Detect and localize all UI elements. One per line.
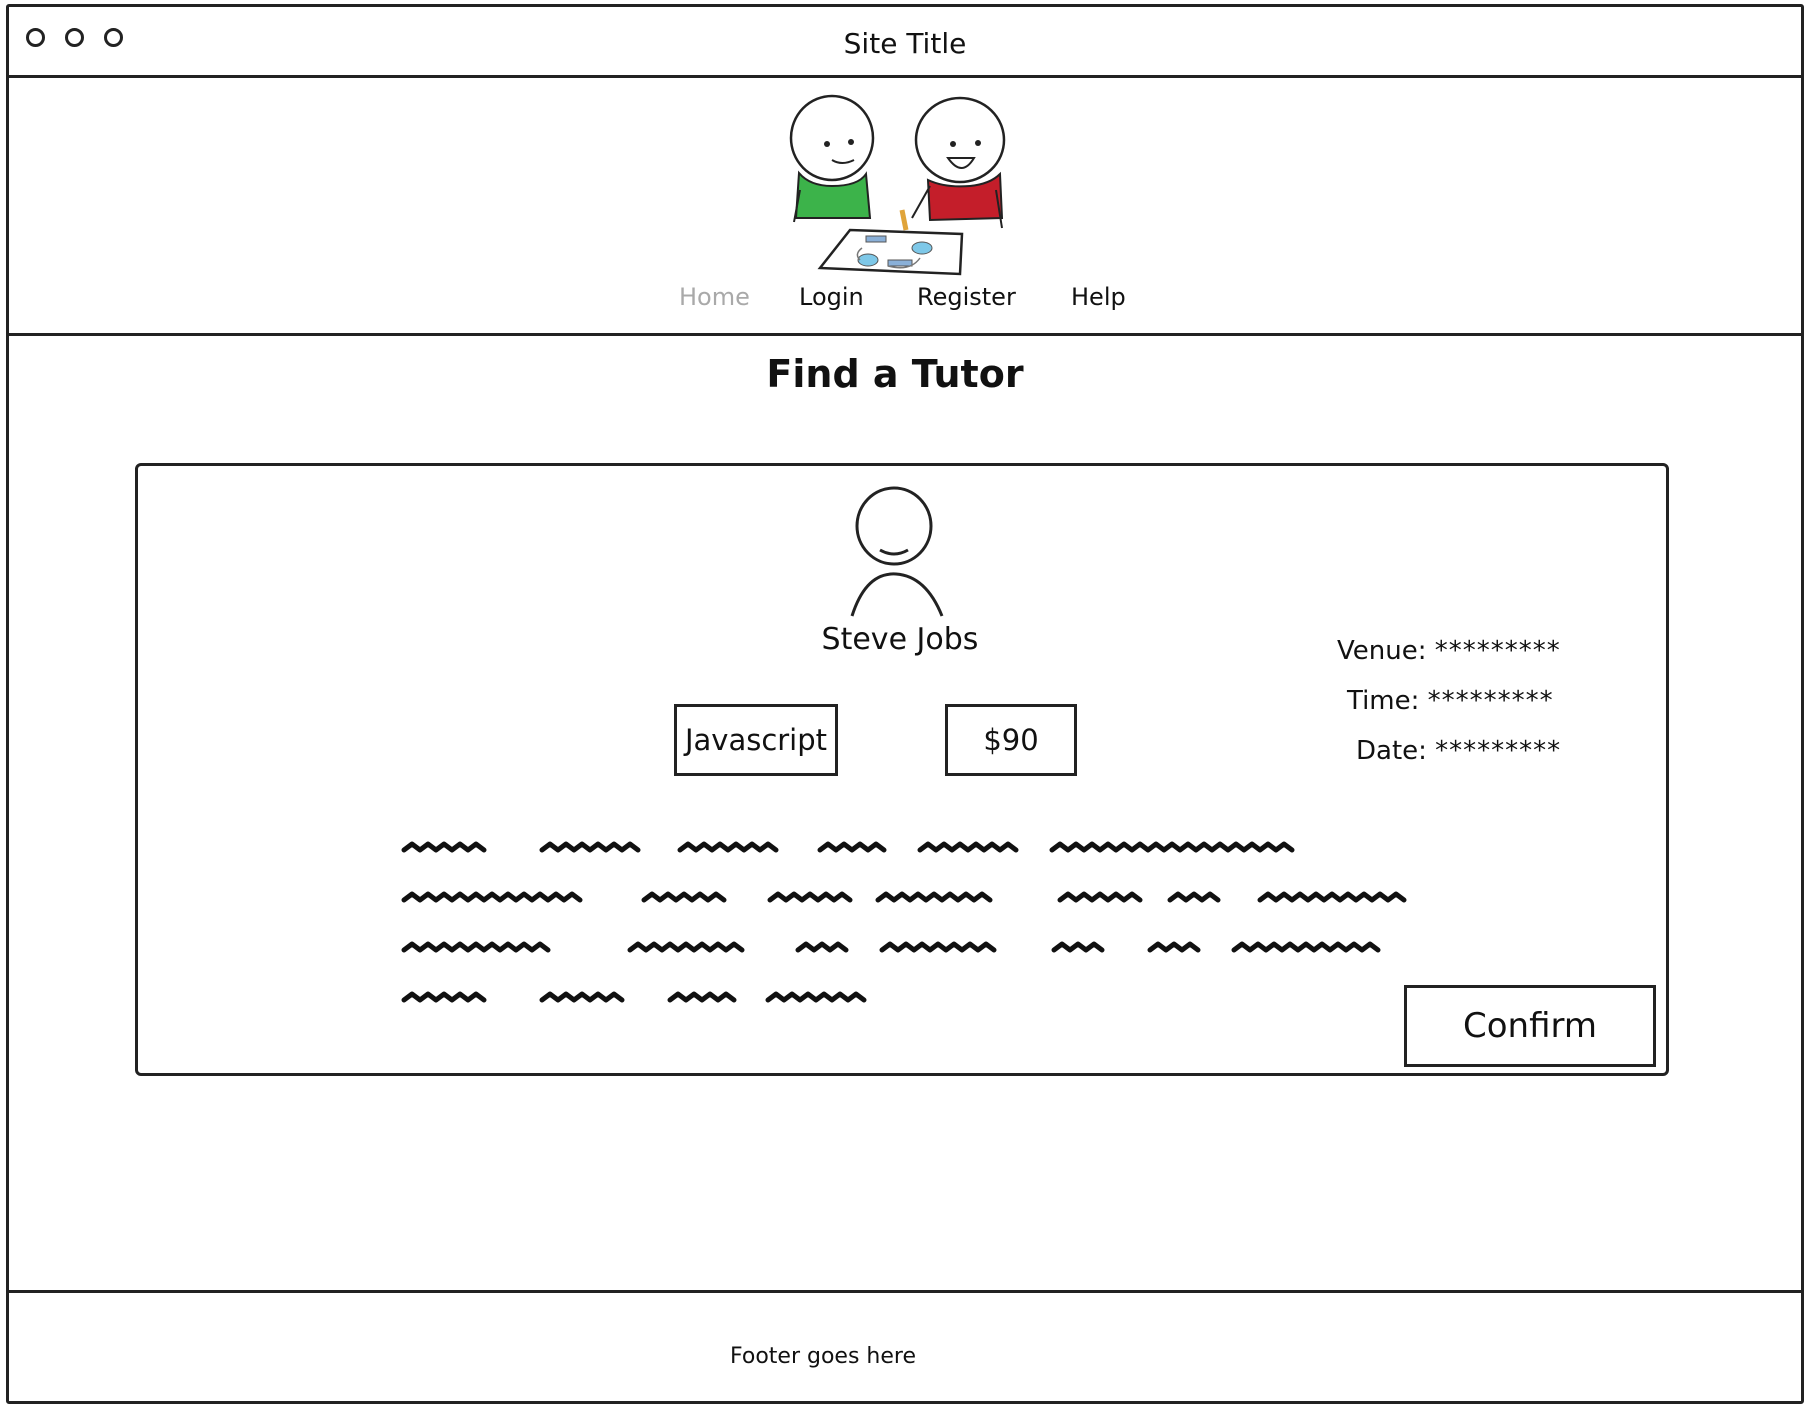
main-nav: Home Login Register Help [0,283,1812,319]
tutor-name: Steve Jobs [821,622,979,657]
date-row: Date: ********* [1356,736,1561,766]
venue-label: Venue: [1337,636,1427,666]
nav-item-login[interactable]: Login [799,283,864,311]
site-title: Site Title [843,27,967,60]
date-label: Date: [1356,736,1427,766]
venue-row: Venue: ********* [1337,636,1561,666]
time-row: Time: ********* [1347,686,1554,716]
venue-value: ********* [1434,636,1561,666]
two-students-illustration [789,94,1006,276]
time-value: ********* [1427,686,1554,716]
page-title: Find a Tutor [766,352,1024,396]
subject-tag: Javascript [674,704,838,776]
date-value: ********* [1435,736,1562,766]
browser-title-bar: Site Title [6,4,1804,78]
time-label: Time: [1347,686,1420,716]
price-tag: $90 [945,704,1077,776]
nav-item-help[interactable]: Help [1071,283,1126,311]
nav-item-register[interactable]: Register [917,283,1016,311]
confirm-button[interactable]: Confirm [1404,985,1656,1067]
person-icon [850,486,944,617]
description-placeholder-text [401,841,1407,1003]
nav-item-home[interactable]: Home [679,283,750,311]
footer-text: Footer goes here [730,1344,916,1369]
